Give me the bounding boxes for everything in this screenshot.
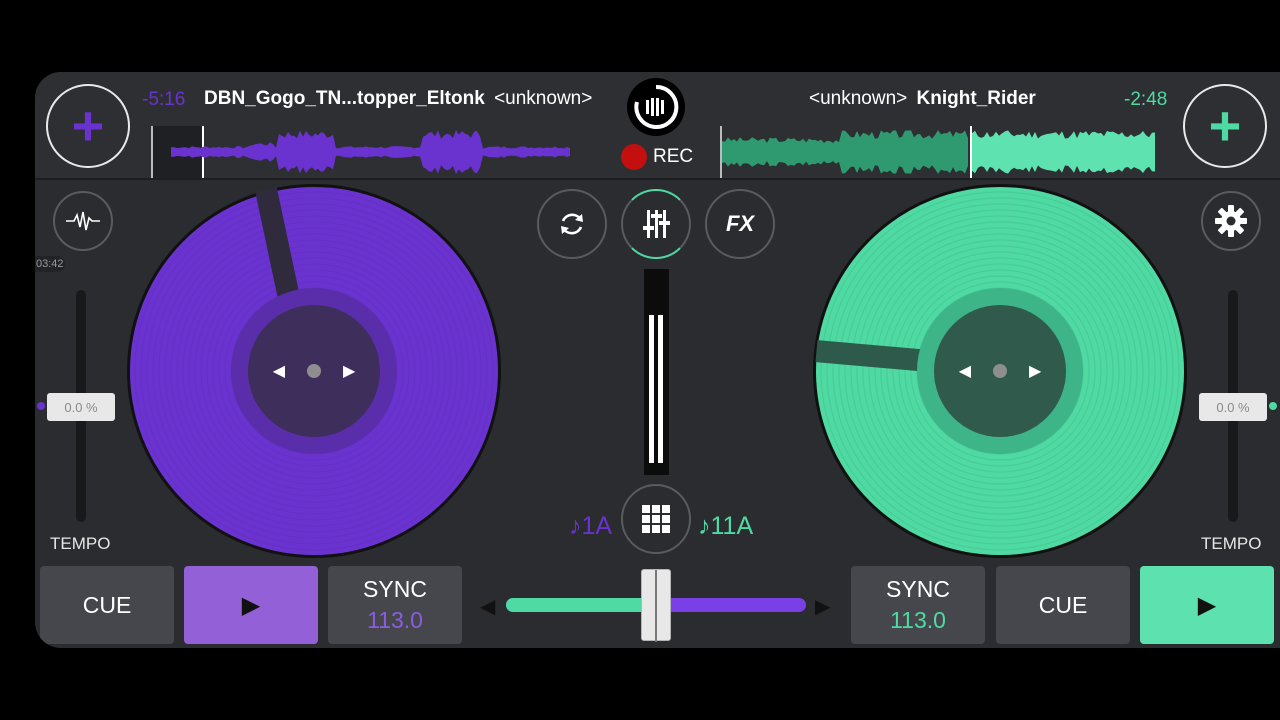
deck-b-waveform[interactable] bbox=[720, 126, 1160, 178]
deck-b-key: ♪11A bbox=[698, 512, 754, 540]
gear-icon bbox=[1215, 205, 1247, 237]
fx-button[interactable]: FX bbox=[705, 189, 775, 259]
deck-a-waveform-tool-button[interactable] bbox=[53, 191, 113, 251]
logo-icon bbox=[634, 84, 679, 129]
deck-b-add-track-button[interactable]: + bbox=[1183, 84, 1267, 168]
deck-a-nudge-right-icon[interactable]: ▶ bbox=[343, 361, 355, 381]
record-label: REC bbox=[653, 146, 694, 167]
deck-a-remaining-time: -5:16 bbox=[142, 89, 186, 110]
deck-a-play-button[interactable]: ▶ bbox=[184, 566, 318, 644]
deck-b-bpm: 113.0 bbox=[890, 607, 946, 633]
deck-b-nudge-left-icon[interactable]: ◀ bbox=[959, 361, 971, 381]
deck-a-cue-button[interactable]: CUE bbox=[40, 566, 174, 644]
deck-a-tempo-label: TEMPO bbox=[50, 534, 111, 553]
deck-a-artist: <unknown> bbox=[494, 88, 593, 109]
deck-b-turntable[interactable]: ◀ ▶ bbox=[813, 184, 1187, 558]
fx-label: FX bbox=[725, 211, 755, 236]
deck-a-label: ◀ ▶ bbox=[248, 305, 380, 437]
deck-b-title: Knight_Rider bbox=[916, 88, 1036, 109]
crossfader-fill bbox=[506, 598, 656, 612]
deck-b-cue-button[interactable]: CUE bbox=[996, 566, 1130, 644]
deck-a-tempo-marker bbox=[37, 402, 45, 410]
settings-button[interactable] bbox=[1201, 191, 1261, 251]
pads-grid-button[interactable] bbox=[621, 484, 691, 554]
app-logo-button[interactable] bbox=[627, 78, 685, 136]
crossfader-left-arrow-icon[interactable]: ◀ bbox=[480, 594, 495, 619]
header: + -5:16 DBN_Gogo_TN...topper_Eltonk <unk… bbox=[35, 72, 1280, 180]
deck-b-center-dot bbox=[993, 364, 1007, 378]
deck-b-tempo-value[interactable]: 0.0 % bbox=[1199, 393, 1267, 421]
sync-loop-button[interactable] bbox=[537, 189, 607, 259]
crossfader-handle[interactable] bbox=[641, 569, 671, 642]
deck-a-add-track-button[interactable]: + bbox=[46, 84, 130, 168]
deck-a-sync-label: SYNC bbox=[363, 576, 427, 602]
deck-a-tempo-value[interactable]: 0.0 % bbox=[47, 393, 115, 421]
deck-a-center-dot bbox=[307, 364, 321, 378]
deck-b-tempo-label: TEMPO bbox=[1201, 534, 1262, 553]
deck-b-sync-button[interactable]: SYNC 113.0 bbox=[851, 566, 985, 644]
deck-a-turntable[interactable]: ◀ ▶ bbox=[127, 184, 501, 558]
deck-a-key: ♪1A bbox=[569, 512, 613, 540]
deck-a-nudge-left-icon[interactable]: ◀ bbox=[273, 361, 285, 381]
deck-b-nudge-right-icon[interactable]: ▶ bbox=[1029, 361, 1041, 381]
deck-a-bpm: 113.0 bbox=[367, 607, 423, 633]
deck-b-track-info: <unknown> Knight_Rider bbox=[809, 88, 1036, 110]
play-icon: ▶ bbox=[1197, 591, 1217, 619]
master-level-meter bbox=[644, 269, 669, 475]
deck-a-cue-label: CUE bbox=[82, 591, 132, 618]
deck-b-sync-label: SYNC bbox=[886, 576, 950, 602]
sync-loop-icon bbox=[561, 213, 583, 235]
mixer-icon bbox=[643, 210, 670, 238]
deck-b-tempo-marker bbox=[1269, 402, 1277, 410]
play-icon: ▶ bbox=[241, 591, 261, 619]
deck-a-waveform[interactable] bbox=[151, 126, 571, 178]
record-icon bbox=[621, 144, 647, 170]
record-button[interactable]: REC bbox=[621, 144, 693, 170]
side-time-overlay: 03:42 bbox=[35, 256, 65, 272]
grid-icon bbox=[642, 505, 670, 533]
deck-b-cue-label: CUE bbox=[1038, 591, 1088, 618]
mixer-button[interactable] bbox=[621, 189, 691, 259]
crossfader-right-arrow-icon[interactable]: ▶ bbox=[815, 594, 830, 619]
deck-b-play-button[interactable]: ▶ bbox=[1140, 566, 1274, 644]
deck-b-artist: <unknown> bbox=[809, 88, 908, 109]
deck-a-track-info: DBN_Gogo_TN...topper_Eltonk <unknown> bbox=[204, 88, 592, 110]
deck-a-title: DBN_Gogo_TN...topper_Eltonk bbox=[204, 88, 485, 109]
deck-b-remaining-time: -2:48 bbox=[1124, 89, 1168, 110]
deck-b-label: ◀ ▶ bbox=[934, 305, 1066, 437]
deck-a-sync-button[interactable]: SYNC 113.0 bbox=[328, 566, 462, 644]
dj-app: + -5:16 DBN_Gogo_TN...topper_Eltonk <unk… bbox=[35, 72, 1280, 648]
waveform-icon bbox=[66, 211, 100, 231]
